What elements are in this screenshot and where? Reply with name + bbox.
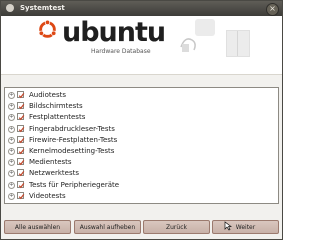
back-button[interactable]: Zurück — [143, 220, 210, 234]
ubuntu-logo-icon — [38, 20, 57, 38]
test-checkbox[interactable] — [17, 169, 25, 177]
checkmark-icon — [18, 126, 25, 132]
checkmark-icon — [18, 115, 25, 121]
expand-icon[interactable]: + — [8, 170, 15, 178]
tests-list: + Audiotests + Bildschirmtests + Festplattent… — [4, 87, 279, 204]
window-title: Systemtest — [20, 4, 65, 12]
audio-decoration-icon — [180, 38, 196, 52]
test-row[interactable]: + Audiotests — [5, 90, 278, 101]
checkmark-icon — [18, 193, 25, 200]
next-button[interactable]: Weiter — [212, 220, 279, 234]
button-bar: Alle auswählen Auswahl aufheben Zurück W… — [4, 220, 279, 235]
test-checkbox[interactable] — [17, 135, 25, 144]
test-checkbox[interactable] — [17, 91, 25, 99]
app-icon — [6, 4, 14, 12]
test-checkbox[interactable] — [17, 191, 25, 200]
test-checkbox[interactable] — [17, 158, 25, 166]
banner-subtitle: Hardware Database — [91, 48, 151, 55]
expand-icon[interactable]: + — [8, 181, 15, 189]
test-row[interactable]: + Kernelmodesetting-Tests — [5, 146, 278, 157]
expand-icon[interactable]: + — [8, 114, 15, 122]
mouse-pointer-icon — [224, 221, 232, 231]
checkmark-icon — [18, 93, 25, 99]
expand-icon[interactable]: + — [8, 103, 15, 111]
select-all-button[interactable]: Alle auswählen — [4, 220, 71, 234]
banner: ubuntu Hardware Database — [1, 16, 282, 75]
checkmark-icon — [18, 104, 25, 110]
checkmark-icon — [18, 137, 25, 144]
checkmark-icon — [18, 160, 25, 166]
test-label: Firewire-Festplatten-Tests — [29, 135, 118, 144]
test-row[interactable]: + Medientests — [5, 157, 278, 168]
system-test-window: Systemtest × ubuntu Hardware Database + A… — [0, 0, 283, 240]
checkmark-icon — [18, 149, 25, 155]
test-label: Netzwerktests — [29, 169, 80, 178]
test-row[interactable]: + Bildschirmtests — [5, 101, 278, 112]
test-label: Kernelmodesetting-Tests — [29, 147, 115, 155]
test-label: Fingerabdruckleser-Tests — [29, 124, 115, 133]
deselect-all-button[interactable]: Auswahl aufheben — [74, 220, 141, 234]
test-checkbox[interactable] — [17, 102, 25, 110]
test-label: Festplattentests — [29, 113, 86, 122]
test-checkbox[interactable] — [17, 180, 25, 188]
device-decoration-icon — [226, 30, 250, 57]
title-bar: Systemtest × — [1, 1, 282, 16]
checkmark-icon — [18, 171, 25, 177]
expand-icon[interactable]: + — [8, 159, 15, 167]
close-icon[interactable]: × — [266, 3, 279, 16]
ubuntu-wordmark: ubuntu — [62, 17, 166, 48]
test-checkbox[interactable] — [17, 147, 25, 155]
test-row[interactable]: + Firewire-Festplatten-Tests — [5, 135, 278, 146]
expand-icon[interactable]: + — [8, 192, 15, 200]
test-row[interactable]: + Netzwerktests — [5, 168, 278, 179]
test-row[interactable]: + Fingerabdruckleser-Tests — [5, 124, 278, 135]
test-label: Bildschirmtests — [29, 102, 83, 111]
test-label: Audiotests — [29, 91, 66, 99]
checkmark-icon — [18, 182, 25, 188]
expand-icon[interactable]: + — [8, 136, 15, 144]
test-checkbox[interactable] — [17, 124, 25, 132]
expand-icon[interactable]: + — [8, 92, 15, 99]
test-label: Tests für Peripheriegeräte — [29, 180, 120, 189]
test-row[interactable]: + Tests für Peripheriegeräte — [5, 180, 278, 191]
test-label: Medientests — [29, 158, 72, 167]
test-row[interactable]: + Videotests — [5, 191, 278, 202]
expand-icon[interactable]: + — [8, 125, 15, 133]
test-row[interactable]: + Festplattentests — [5, 112, 278, 123]
test-label: Videotests — [29, 191, 66, 200]
expand-icon[interactable]: + — [8, 148, 15, 155]
test-checkbox[interactable] — [17, 113, 25, 121]
